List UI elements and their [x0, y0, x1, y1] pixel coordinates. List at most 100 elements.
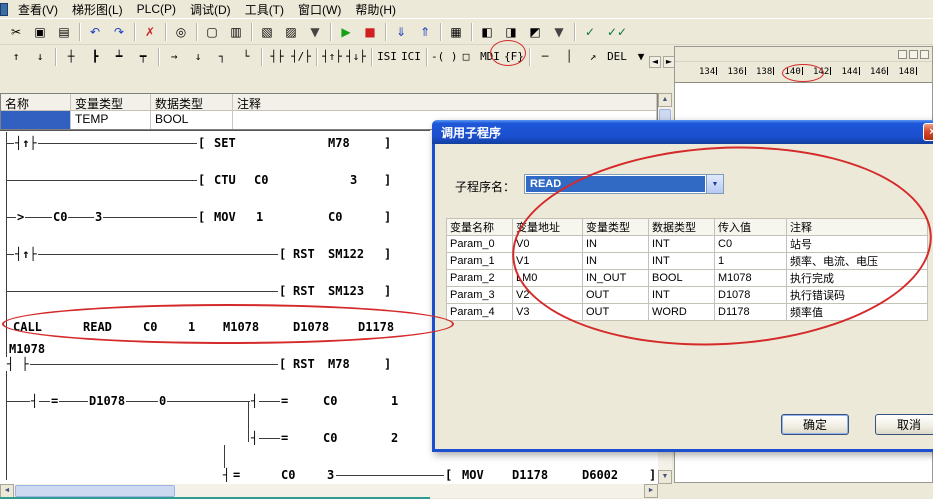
ladder-token[interactable]: SM122	[327, 247, 365, 261]
cut-icon[interactable]: ✂	[5, 22, 27, 42]
grid-icon[interactable]: ▦	[445, 22, 467, 42]
ladder-token[interactable]: SM123	[327, 284, 365, 298]
parameter-table-row[interactable]: Param_1V1ININT1频率、电流、电压	[447, 253, 928, 270]
ladder-token[interactable]: D1078	[88, 394, 126, 408]
f-key-icon[interactable]: {F}	[502, 48, 526, 66]
vline-icon[interactable]: │	[557, 48, 581, 66]
ladder-token[interactable]: >	[16, 210, 25, 224]
ladder-token[interactable]: 3	[94, 210, 103, 224]
ladder-token[interactable]: C0	[52, 210, 68, 224]
ladder-token[interactable]: M78	[327, 357, 351, 371]
ladder-token[interactable]: M1078	[8, 342, 46, 356]
insert-cell-icon[interactable]: ┼	[59, 48, 83, 66]
rising-edge-contact-icon[interactable]: ┤↑├	[14, 247, 38, 261]
insert-row-below-icon[interactable]: ↓	[28, 48, 52, 66]
ladder-token[interactable]: READ	[82, 320, 113, 334]
print-icon[interactable]: ▥	[225, 22, 247, 42]
coil-reset-icon[interactable]: ICI	[399, 48, 423, 66]
ladder-token[interactable]: 1	[187, 320, 196, 334]
ladder-token[interactable]: =	[280, 394, 289, 408]
ladder-token[interactable]: 0	[158, 394, 167, 408]
compile-icon[interactable]: ✓	[579, 22, 601, 42]
ladder-token[interactable]: [	[197, 173, 206, 187]
upload-icon[interactable]: ⇑	[414, 22, 436, 42]
find-icon[interactable]: ◎	[170, 22, 192, 42]
ladder-token[interactable]: 1	[390, 394, 399, 408]
delete-line-icon[interactable]: ↗	[581, 48, 605, 66]
menu-tools[interactable]: 工具(T)	[238, 0, 291, 19]
menu-view[interactable]: 查看(V)	[11, 0, 65, 19]
coil-set-icon[interactable]: ISI	[375, 48, 399, 66]
ladder-token[interactable]: 3	[326, 468, 335, 482]
ladder-token[interactable]: M1078	[222, 320, 260, 334]
window-control-icon[interactable]	[920, 50, 929, 59]
scroll-down-icon[interactable]: ▼	[658, 470, 672, 484]
ladder-token[interactable]: MOV	[213, 210, 237, 224]
wire-corner-icon[interactable]: ┐	[210, 48, 234, 66]
ladder-token[interactable]: ┤	[30, 394, 39, 408]
close-icon[interactable]: ×	[923, 123, 933, 141]
ladder-token[interactable]: 3	[349, 173, 358, 187]
ladder-token[interactable]: [	[197, 210, 206, 224]
ladder-token[interactable]: C0	[142, 320, 158, 334]
key-icon[interactable]: ◩	[524, 22, 546, 42]
dialog-titlebar[interactable]: 调用子程序	[432, 120, 933, 144]
ladder-token[interactable]: D6002	[581, 468, 619, 482]
ladder-token[interactable]: RST	[292, 247, 316, 261]
ladder-token[interactable]: MOV	[461, 468, 485, 482]
ladder-token[interactable]: CTU	[213, 173, 237, 187]
insert-branch-icon[interactable]: ┣	[83, 48, 107, 66]
scroll-up-icon[interactable]: ▲	[658, 93, 672, 107]
ladder-token[interactable]: C0	[280, 468, 296, 482]
scroll-left-icon[interactable]: ◄	[0, 484, 14, 498]
ladder-token[interactable]: RST	[292, 357, 316, 371]
ladder-token[interactable]: ]	[383, 284, 392, 298]
ladder-token[interactable]: ┤	[250, 431, 259, 445]
menu-ladder[interactable]: 梯形图(L)	[65, 0, 130, 19]
menu-help[interactable]: 帮助(H)	[348, 0, 403, 19]
ladder-token[interactable]: [	[197, 136, 206, 150]
prev-page-icon[interactable]: ◄	[649, 56, 661, 68]
del-icon[interactable]: DEL	[605, 48, 629, 66]
ladder-token[interactable]: ]	[383, 357, 392, 371]
horizontal-scroll-thumb[interactable]	[15, 485, 175, 497]
paste-icon[interactable]: ▤	[53, 22, 75, 42]
variable-table-cell[interactable]	[1, 111, 71, 129]
ladder-token[interactable]: SET	[213, 136, 237, 150]
ladder-token[interactable]: RST	[292, 284, 316, 298]
undo-icon[interactable]: ↶	[84, 22, 106, 42]
hline-icon[interactable]: ─	[533, 48, 557, 66]
ladder-token[interactable]: D1078	[292, 320, 330, 334]
parameter-table-row[interactable]: Param_2LM0IN_OUTBOOLM1078执行完成	[447, 270, 928, 287]
ladder-token[interactable]: [	[444, 468, 453, 482]
wire-right-icon[interactable]: →	[162, 48, 186, 66]
ladder-token[interactable]: ]	[383, 173, 392, 187]
parameter-table-row[interactable]: Param_4V3OUTWORDD1178频率值	[447, 304, 928, 321]
ok-button[interactable]: 确定	[781, 414, 849, 435]
scroll-right-icon[interactable]: ►	[644, 484, 658, 498]
ladder-token[interactable]: ]	[383, 210, 392, 224]
parameter-table-row[interactable]: Param_0V0ININTC0站号	[447, 236, 928, 253]
unlock-icon[interactable]: ◨	[500, 22, 522, 42]
ladder-token[interactable]: C0	[322, 394, 338, 408]
coil-icon[interactable]: -( )	[430, 48, 454, 66]
dropdown-arrow-icon[interactable]: ▼	[304, 22, 326, 42]
ladder-token[interactable]: =	[232, 468, 241, 482]
stop-icon[interactable]: ■	[359, 22, 381, 42]
ladder-token[interactable]: ]	[648, 468, 657, 482]
parameter-table-row[interactable]: Param_3V2OUTINTD1078执行错误码	[447, 287, 928, 304]
ladder-token[interactable]: ]	[383, 247, 392, 261]
run-icon[interactable]: ▶	[335, 22, 357, 42]
contact-nc-icon[interactable]: ┤/├	[289, 48, 313, 66]
menu-debug[interactable]: 调试(D)	[183, 0, 238, 19]
delete-icon[interactable]: ✗	[139, 22, 161, 42]
ladder-token[interactable]: CALL	[12, 320, 43, 334]
insert-row-above-icon[interactable]: ↑	[4, 48, 28, 66]
horizontal-scrollbar[interactable]: ◄ ►	[0, 484, 658, 498]
redo-icon[interactable]: ↷	[108, 22, 130, 42]
chevron-down-icon[interactable]: ▼	[706, 175, 723, 193]
menu-plc[interactable]: PLC(P)	[130, 1, 183, 17]
ladder-token[interactable]: [	[278, 247, 287, 261]
variable-table-cell[interactable]: BOOL	[151, 111, 233, 129]
menu-window[interactable]: 窗口(W)	[291, 0, 348, 19]
